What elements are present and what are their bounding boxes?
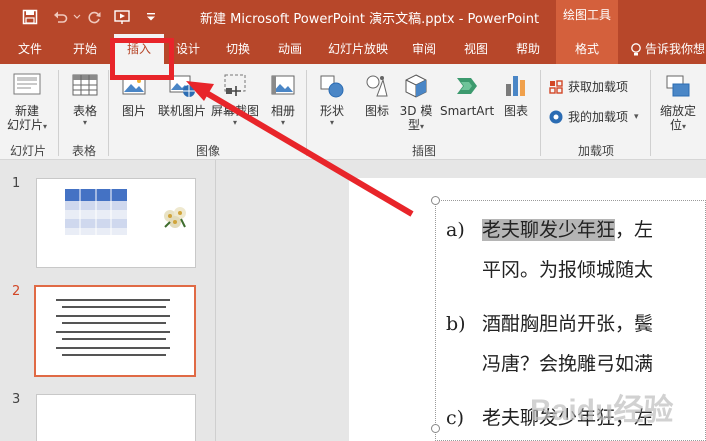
baidu-watermark: Baidu经验 [530,393,673,427]
annotation-arrow [186,81,414,217]
watermark-text: Baidu经验 [530,393,673,427]
